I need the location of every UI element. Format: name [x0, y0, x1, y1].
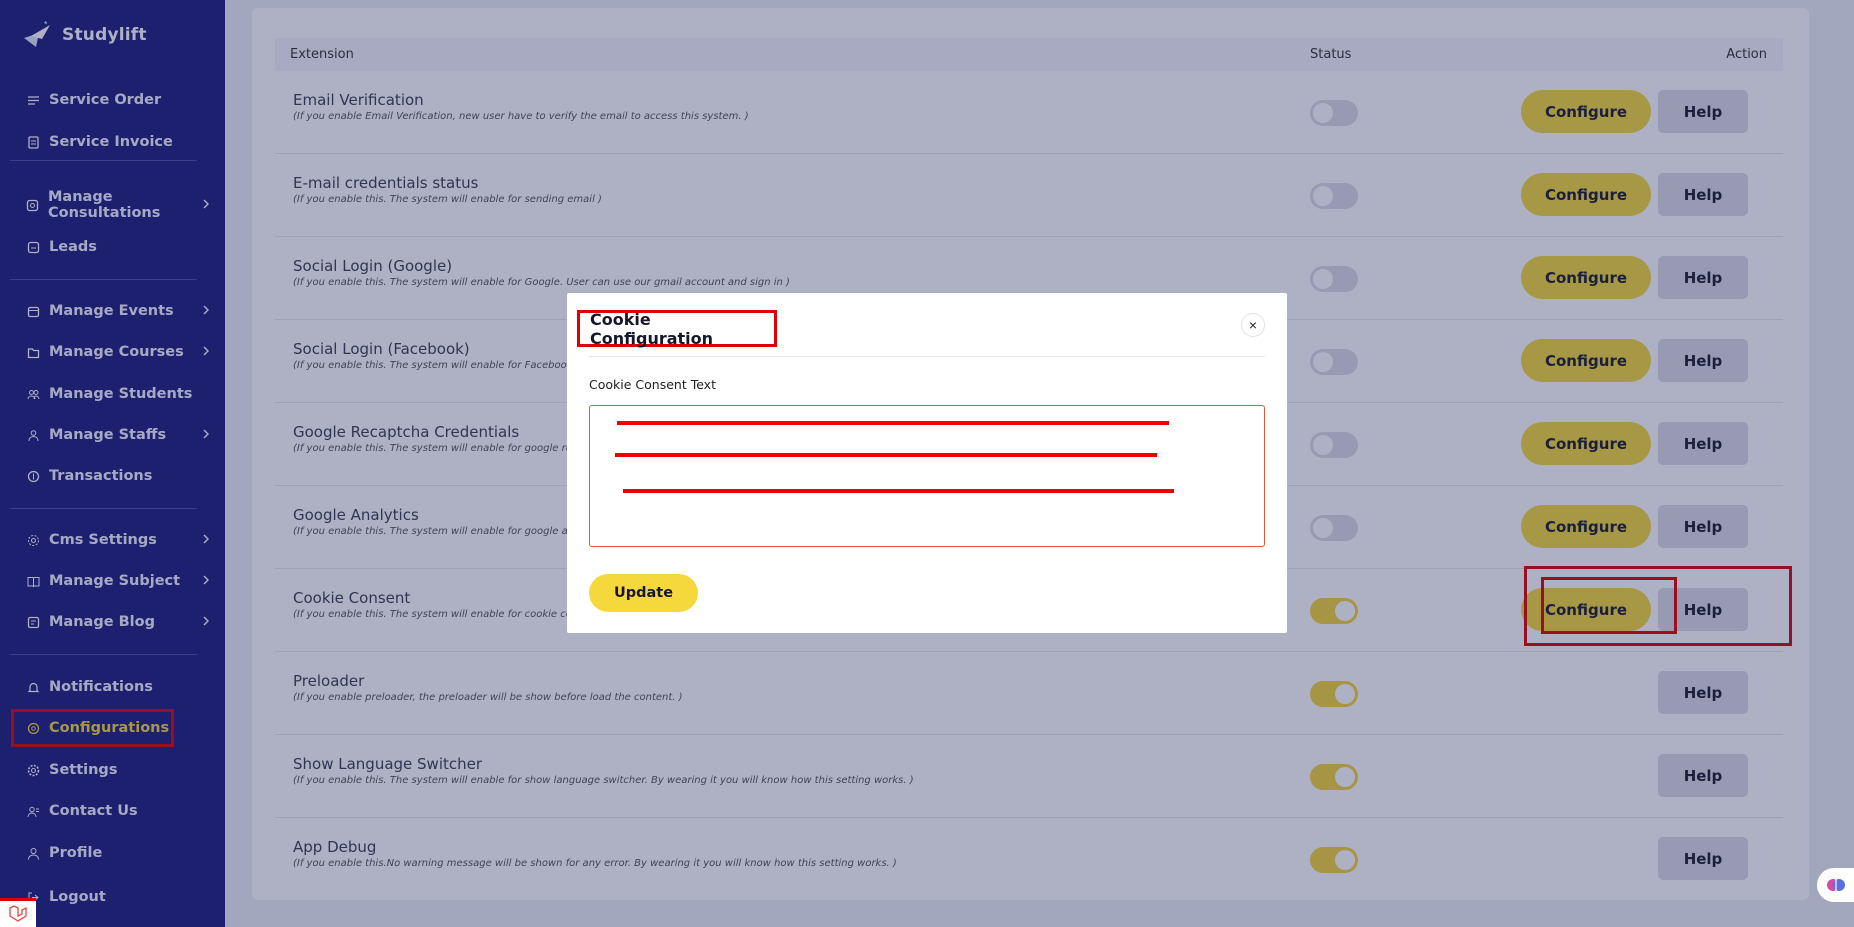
laravel-icon[interactable] [0, 898, 36, 927]
update-button[interactable]: Update [589, 574, 698, 612]
redaction-line [617, 421, 1169, 425]
brain-icon[interactable] [1817, 868, 1854, 902]
cookie-consent-textarea[interactable] [589, 405, 1265, 547]
modal-title: Cookie Configuration [590, 309, 714, 348]
modal-title-highlight: Cookie Configuration [577, 309, 777, 348]
close-icon[interactable]: × [1241, 313, 1265, 337]
redaction-line [623, 489, 1174, 493]
cookie-configuration-modal: Cookie Configuration × Cookie Consent Te… [567, 293, 1287, 633]
cookie-consent-text-label: Cookie Consent Text [589, 377, 716, 392]
redaction-line [615, 453, 1157, 457]
modal-divider [589, 356, 1265, 357]
